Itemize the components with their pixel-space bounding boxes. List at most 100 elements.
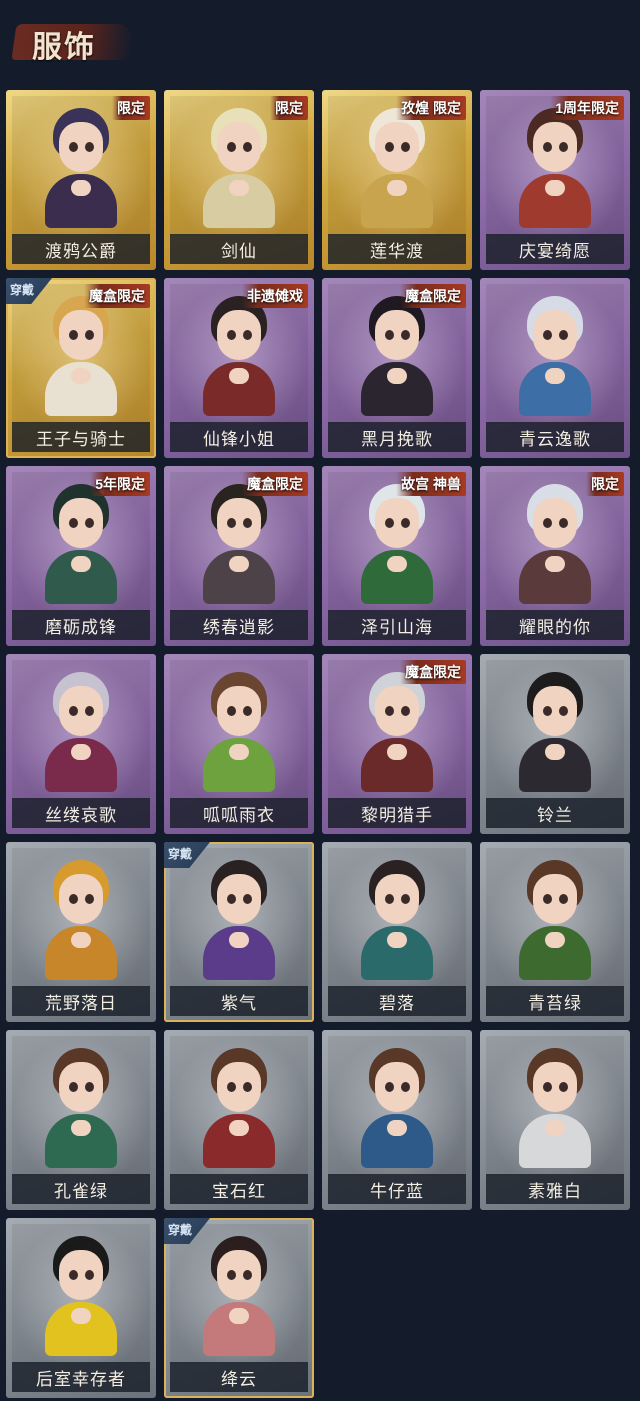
character-portrait — [203, 1236, 275, 1356]
portrait-eye — [69, 706, 78, 716]
portrait-eye — [85, 1270, 94, 1280]
costume-name: 宝石红 — [212, 1181, 266, 1201]
character-portrait — [203, 108, 275, 228]
portrait-hands — [387, 932, 407, 948]
costume-name: 青苔绿 — [528, 993, 582, 1013]
card-name-bar: 碧落 — [328, 986, 466, 1016]
costume-card[interactable]: 限定 渡鸦公爵 — [6, 90, 156, 270]
portrait-eye — [401, 518, 410, 528]
portrait-hands — [545, 368, 565, 384]
portrait-face — [375, 1062, 419, 1112]
costume-name: 仙锋小姐 — [203, 429, 275, 449]
card-name-bar: 庆宴绮愿 — [486, 234, 624, 264]
portrait-face — [59, 874, 103, 924]
portrait-eye — [559, 518, 568, 528]
portrait-eye — [543, 142, 552, 152]
portrait-hands — [229, 368, 249, 384]
portrait-hands — [71, 368, 91, 384]
limited-tag: 1周年限定 — [550, 96, 624, 120]
costume-card[interactable]: 穿戴 绛云 — [164, 1218, 314, 1398]
card-name-bar: 后室幸存者 — [12, 1362, 150, 1392]
costume-card[interactable]: 孔雀绿 — [6, 1030, 156, 1210]
portrait-hands — [387, 368, 407, 384]
card-name-bar: 剑仙 — [170, 234, 308, 264]
portrait-hands — [71, 1308, 91, 1324]
portrait-face — [59, 1250, 103, 1300]
portrait-eye — [559, 330, 568, 340]
portrait-hands — [71, 744, 91, 760]
portrait-hands — [229, 1308, 249, 1324]
costume-card[interactable]: 魔盒限定 绣春逍影 — [164, 466, 314, 646]
costume-card[interactable]: 5年限定 磨砺成锋 — [6, 466, 156, 646]
costume-card[interactable]: 丝缕哀歌 — [6, 654, 156, 834]
costume-card[interactable]: 1周年限定庆宴绮愿 — [480, 90, 630, 270]
costume-card[interactable]: 限定剑仙 — [164, 90, 314, 270]
costume-card[interactable]: 青云逸歌 — [480, 278, 630, 458]
costume-name: 莲华渡 — [370, 241, 424, 261]
portrait-eye — [543, 894, 552, 904]
costume-card[interactable]: 呱呱雨衣 — [164, 654, 314, 834]
character-portrait — [361, 108, 433, 228]
costume-card[interactable]: 魔盒限定 黎明猎手 — [322, 654, 472, 834]
portrait-eye — [243, 1270, 252, 1280]
card-name-bar: 荒野落日 — [12, 986, 150, 1016]
costume-name: 绣春逍影 — [203, 617, 275, 637]
worn-badge-label: 穿戴 — [10, 283, 35, 297]
portrait-eye — [543, 518, 552, 528]
portrait-hands — [387, 180, 407, 196]
portrait-eye — [243, 518, 252, 528]
portrait-eye — [385, 330, 394, 340]
costume-name: 素雅白 — [528, 1181, 582, 1201]
limited-tag: 限定 — [270, 96, 308, 120]
portrait-hands — [545, 932, 565, 948]
costume-name: 泽引山海 — [361, 617, 433, 637]
costume-card[interactable]: 魔盒限定 黑月挽歌 — [322, 278, 472, 458]
costume-card[interactable]: 碧落 — [322, 842, 472, 1022]
portrait-eye — [227, 1270, 236, 1280]
portrait-eye — [227, 142, 236, 152]
costume-card[interactable]: 青苔绿 — [480, 842, 630, 1022]
limited-tag: 魔盒限定 — [84, 284, 150, 308]
character-portrait — [45, 672, 117, 792]
costume-grid: 限定 渡鸦公爵 限定 剑仙 孜煌 限定 莲华渡 1周年限定 庆宴绮愿 魔盒限定 穿戴 王子与骑士 非遗… — [0, 0, 640, 1401]
card-name-bar: 紫气 — [170, 986, 308, 1016]
character-portrait — [361, 296, 433, 416]
card-name-bar: 孔雀绿 — [12, 1174, 150, 1204]
costume-card[interactable]: 铃兰 — [480, 654, 630, 834]
costume-card[interactable]: 牛仔蓝 — [322, 1030, 472, 1210]
costume-name: 耀眼的你 — [519, 617, 591, 637]
costume-card[interactable]: 故宫 神兽 泽引山海 — [322, 466, 472, 646]
costume-card[interactable]: 宝石红 — [164, 1030, 314, 1210]
costume-card[interactable]: 素雅白 — [480, 1030, 630, 1210]
portrait-eye — [401, 330, 410, 340]
costume-card[interactable]: 后室幸存者 — [6, 1218, 156, 1398]
portrait-eye — [243, 142, 252, 152]
costume-card[interactable]: 荒野落日 — [6, 842, 156, 1022]
costume-card[interactable]: 魔盒限定 穿戴 王子与骑士 — [6, 278, 156, 458]
portrait-hands — [229, 180, 249, 196]
portrait-hands — [387, 744, 407, 760]
limited-tag: 5年限定 — [90, 472, 150, 496]
character-portrait — [45, 296, 117, 416]
portrait-face — [59, 1062, 103, 1112]
character-portrait — [45, 1048, 117, 1168]
portrait-eye — [227, 518, 236, 528]
costume-card[interactable]: 穿戴 紫气 — [164, 842, 314, 1022]
portrait-eye — [243, 330, 252, 340]
costume-card[interactable]: 孜煌 限定 莲华渡 — [322, 90, 472, 270]
portrait-eye — [69, 1270, 78, 1280]
card-name-bar: 呱呱雨衣 — [170, 798, 308, 828]
costume-card[interactable]: 限定 耀眼的你 — [480, 466, 630, 646]
portrait-eye — [85, 894, 94, 904]
portrait-face — [533, 874, 577, 924]
character-portrait — [519, 860, 591, 980]
costume-card[interactable]: 非遗傩戏 仙锋小姐 — [164, 278, 314, 458]
card-name-bar: 仙锋小姐 — [170, 422, 308, 452]
portrait-face — [217, 122, 261, 172]
portrait-eye — [243, 1082, 252, 1092]
costume-name: 庆宴绮愿 — [519, 241, 591, 261]
card-name-bar: 铃兰 — [486, 798, 624, 828]
card-name-bar: 绣春逍影 — [170, 610, 308, 640]
limited-tag: 魔盒限定 — [400, 284, 466, 308]
portrait-eye — [85, 518, 94, 528]
